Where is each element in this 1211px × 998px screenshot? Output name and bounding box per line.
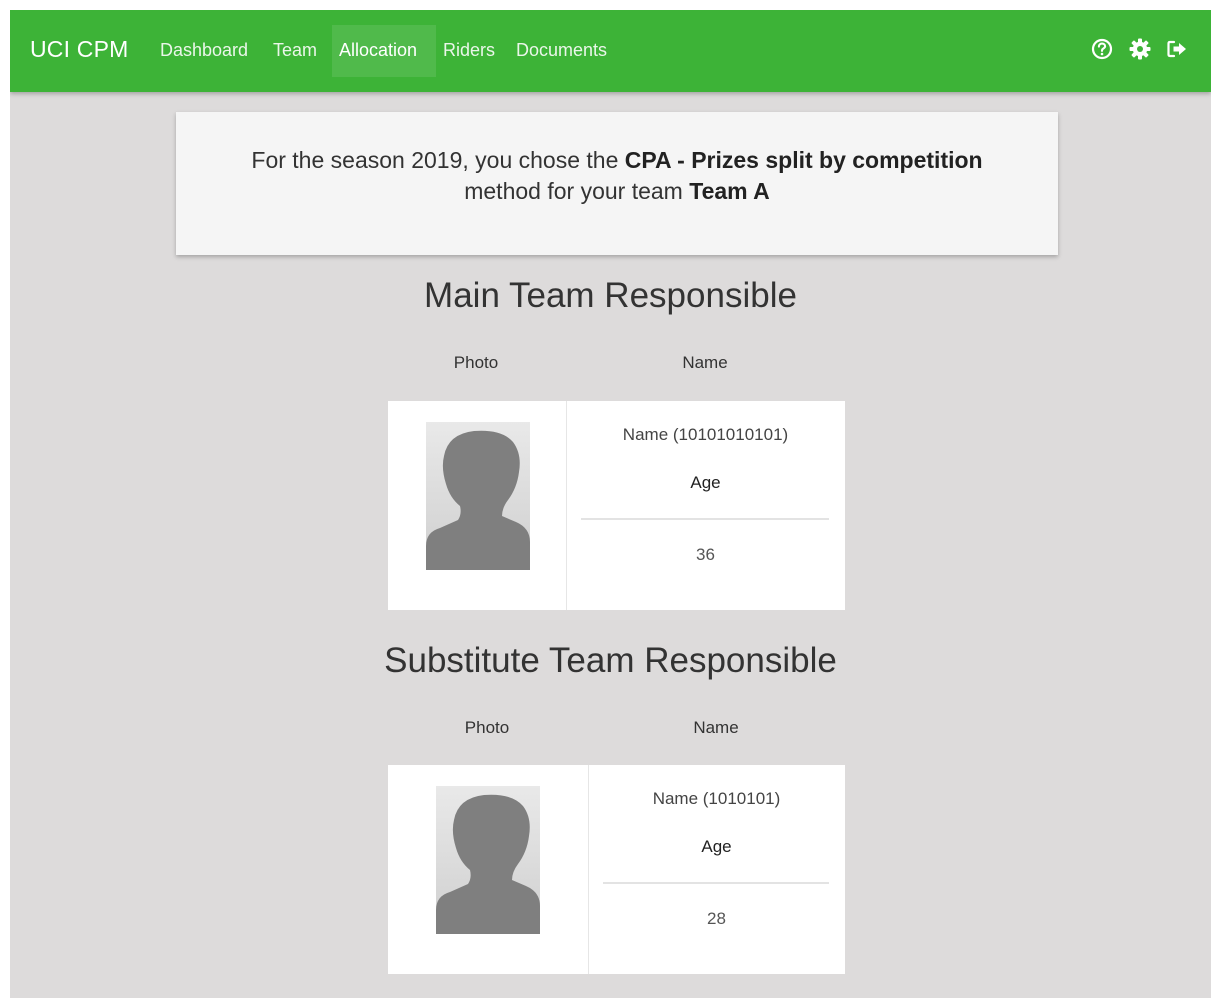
brand-logo[interactable]: UCI CPM (30, 36, 129, 63)
person-name: Name (1010101) (652, 789, 781, 808)
nav-documents[interactable]: Documents (509, 25, 614, 77)
person-name: Name (10101010101) (622, 425, 789, 444)
gear-icon[interactable] (1128, 37, 1152, 61)
team-name: Team A (689, 178, 770, 204)
person-silhouette-icon (426, 422, 530, 570)
allocation-method: CPA - Prizes split by competition (624, 147, 983, 173)
age-divider (581, 518, 829, 520)
top-navbar: UCI CPM Dashboard Team Allocation Riders… (10, 10, 1211, 92)
name-column-header: Name (682, 353, 728, 372)
nav-allocation[interactable]: Allocation (332, 25, 436, 77)
person-silhouette-icon (436, 786, 540, 934)
age-value: 28 (707, 909, 726, 928)
logout-icon[interactable] (1165, 37, 1189, 61)
name-column-header: Name (693, 718, 739, 737)
help-icon[interactable] (1090, 37, 1114, 61)
nav-dashboard[interactable]: Dashboard (153, 25, 255, 77)
substitute-responsible-card: Name (1010101) Age 28 (388, 765, 845, 974)
photo-column-header: Photo (464, 718, 510, 737)
photo-cell (388, 765, 589, 974)
photo-column-header: Photo (453, 353, 499, 372)
age-label: Age (690, 473, 721, 492)
allocation-info-text: For the season 2019, you chose the CPA -… (206, 145, 1028, 207)
nav-team[interactable]: Team (266, 25, 324, 77)
substitute-responsible-title: Substitute Team Responsible (384, 641, 837, 680)
info-prefix: For the season 2019, you chose the (251, 147, 619, 173)
main-responsible-title: Main Team Responsible (424, 276, 797, 315)
nav-riders[interactable]: Riders (436, 25, 502, 77)
age-divider (603, 882, 829, 884)
age-label: Age (701, 837, 732, 856)
app-frame: UCI CPM Dashboard Team Allocation Riders… (10, 10, 1211, 998)
main-responsible-card: Name (10101010101) Age 36 (388, 401, 845, 610)
age-value: 36 (696, 545, 715, 564)
allocation-info-card: For the season 2019, you chose the CPA -… (176, 112, 1058, 255)
photo-cell (388, 401, 567, 610)
info-middle: method for your team (464, 178, 683, 204)
